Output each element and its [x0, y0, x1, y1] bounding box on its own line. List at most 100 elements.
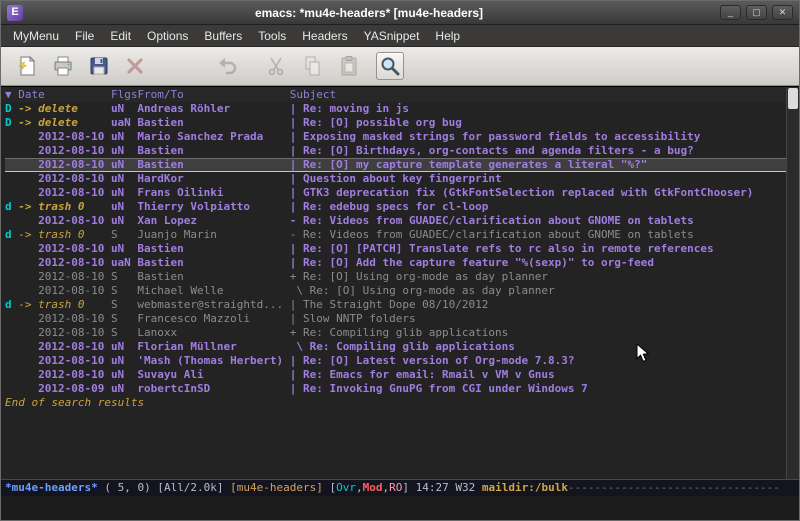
message-row[interactable]: 2012-08-10uNXan Lopez- Re: Videos from G… [5, 214, 799, 228]
message-flags: uN [111, 144, 137, 158]
mark-action: -> trash 0 [18, 200, 111, 214]
message-subject: | Re: [O] my capture template generates … [290, 158, 648, 172]
menu-item-yasnippet[interactable]: YASnippet [356, 25, 428, 47]
message-flags: S [111, 298, 137, 312]
message-row[interactable]: 2012-08-10uNBastien| Re: [O] my capture … [5, 158, 799, 172]
message-subject: | Re: [O] possible org bug [290, 116, 462, 130]
message-subject: + Re: [O] Using org-mode as day planner [290, 270, 548, 284]
paste-icon[interactable] [335, 52, 363, 80]
title-bar[interactable]: E emacs: *mu4e-headers* [mu4e-headers] _… [1, 1, 799, 25]
undo-icon[interactable] [213, 52, 241, 80]
search-icon[interactable] [376, 52, 404, 80]
message-row[interactable]: d-> trash 0Swebmaster@straightd...| The … [5, 298, 799, 312]
menu-item-edit[interactable]: Edit [102, 25, 139, 47]
menu-item-file[interactable]: File [67, 25, 102, 47]
minimize-button[interactable]: _ [720, 5, 741, 20]
cut-icon[interactable] [263, 52, 291, 80]
mark-action: -> trash 0 [18, 298, 111, 312]
tool-bar [1, 47, 799, 86]
minibuffer[interactable] [1, 496, 799, 520]
menu-item-headers[interactable]: Headers [294, 25, 355, 47]
message-row[interactable]: 2012-08-10uNBastien| Re: [O] [PATCH] Tra… [5, 242, 799, 256]
modeline-maildir: maildir:/bulk [482, 481, 568, 494]
message-row[interactable]: 2012-08-10SLanoxx+ Re: Compiling glib ap… [5, 326, 799, 340]
modeline-overwrite-flag: Ovr [336, 481, 356, 494]
message-from: Florian Müllner [137, 340, 289, 354]
menu-item-options[interactable]: Options [139, 25, 196, 47]
message-subject: | Re: [O] Add the capture feature "%(sex… [290, 256, 654, 270]
modeline-major-mode[interactable]: [mu4e-headers] [230, 481, 323, 494]
message-date: 2012-08-10 [18, 186, 111, 200]
message-row[interactable]: 2012-08-10uNMario Sanchez Prada| Exposin… [5, 130, 799, 144]
message-date: 2012-08-10 [18, 340, 111, 354]
print-icon[interactable] [49, 52, 77, 80]
new-file-icon[interactable] [13, 52, 41, 80]
column-header-flags[interactable]: Flgs [111, 87, 137, 102]
message-subject: \ Re: Compiling glib applications [290, 340, 515, 354]
modeline-filler: -------------------------------- [568, 481, 780, 494]
message-date: 2012-08-10 [18, 130, 111, 144]
close-buffer-icon[interactable] [121, 52, 149, 80]
message-from: Bastien [137, 116, 289, 130]
message-date: 2012-08-10 [18, 284, 111, 298]
message-subject: + Re: Compiling glib applications [290, 326, 509, 340]
modeline-comma: , [356, 481, 363, 494]
message-flags: S [111, 326, 137, 340]
column-header-from[interactable]: From/To [137, 87, 289, 102]
copy-icon[interactable] [299, 52, 327, 80]
mark-char: D [5, 102, 18, 116]
message-flags: uN [111, 200, 137, 214]
message-subject: | Question about key fingerprint [290, 172, 502, 186]
message-date: 2012-08-10 [18, 270, 111, 284]
message-date: 2012-08-10 [18, 172, 111, 186]
mark-action: -> delete [18, 102, 111, 116]
message-subject: | Re: moving in js [290, 102, 409, 116]
message-row[interactable]: 2012-08-10uNFrans Oilinki| GTK3 deprecat… [5, 186, 799, 200]
message-row[interactable]: 2012-08-10uNHardKor| Question about key … [5, 172, 799, 186]
window-title: emacs: *mu4e-headers* [mu4e-headers] [23, 6, 715, 20]
message-row[interactable]: D-> deleteuaNBastien| Re: [O] possible o… [5, 116, 799, 130]
message-row[interactable]: d-> trash 0SJuanjo Marin- Re: Videos fro… [5, 228, 799, 242]
menu-item-buffers[interactable]: Buffers [196, 25, 250, 47]
scrollbar-thumb[interactable] [788, 88, 798, 109]
end-of-results: End of search results [1, 396, 799, 410]
menu-item-tools[interactable]: Tools [250, 25, 294, 47]
column-header-subject[interactable]: Subject [290, 87, 336, 102]
message-from: Bastien [137, 270, 289, 284]
message-row[interactable]: 2012-08-10SFrancesco Mazzoli| Slow NNTP … [5, 312, 799, 326]
message-flags: uaN [111, 256, 137, 270]
message-row[interactable]: 2012-08-10uNFlorian Müllner \ Re: Compil… [5, 340, 799, 354]
message-flags: uN [111, 242, 137, 256]
mark-char: d [5, 200, 18, 214]
menu-item-mymenu[interactable]: MyMenu [5, 25, 67, 47]
message-row[interactable]: d-> trash 0uNThierry Volpiatto| Re: edeb… [5, 200, 799, 214]
message-row[interactable]: 2012-08-10uN'Mash (Thomas Herbert)| Re: … [5, 354, 799, 368]
message-from: webmaster@straightd... [137, 298, 289, 312]
mark-char: d [5, 228, 18, 242]
message-row[interactable]: 2012-08-10uNSuvayu Ali| Re: Emacs for em… [5, 368, 799, 382]
message-subject: | Re: [O] Latest version of Org-mode 7.8… [290, 354, 575, 368]
save-icon[interactable] [85, 52, 113, 80]
message-date: 2012-08-10 [18, 158, 111, 172]
message-row[interactable]: D-> deleteuNAndreas Röhler| Re: moving i… [5, 102, 799, 116]
message-row[interactable]: 2012-08-10uaNBastien| Re: [O] Add the ca… [5, 256, 799, 270]
message-date: 2012-08-10 [18, 256, 111, 270]
message-date: 2012-08-10 [18, 354, 111, 368]
message-row[interactable]: 2012-08-10SMichael Welle \ Re: [O] Using… [5, 284, 799, 298]
message-from: Juanjo Marin [137, 228, 289, 242]
message-list: D-> deleteuNAndreas Röhler| Re: moving i… [1, 102, 799, 396]
message-flags: uN [111, 186, 137, 200]
maximize-button[interactable]: ▢ [746, 5, 767, 20]
message-date: 2012-08-10 [18, 368, 111, 382]
scrollbar[interactable] [786, 87, 799, 479]
message-from: Bastien [137, 158, 289, 172]
message-row[interactable]: 2012-08-10SBastien+ Re: [O] Using org-mo… [5, 270, 799, 284]
message-row[interactable]: 2012-08-09uNrobertcInSD| Re: Invoking Gn… [5, 382, 799, 396]
message-subject: | Exposing masked strings for password f… [290, 130, 701, 144]
menu-item-help[interactable]: Help [427, 25, 468, 47]
close-button[interactable]: ✕ [772, 5, 793, 20]
message-row[interactable]: 2012-08-10uNBastien| Re: [O] Birthdays, … [5, 144, 799, 158]
column-header-date[interactable]: ▼ Date [5, 87, 111, 102]
message-flags: S [111, 312, 137, 326]
mode-line[interactable]: *mu4e-headers* ( 5, 0) [All/2.0k] [mu4e-… [1, 479, 799, 496]
